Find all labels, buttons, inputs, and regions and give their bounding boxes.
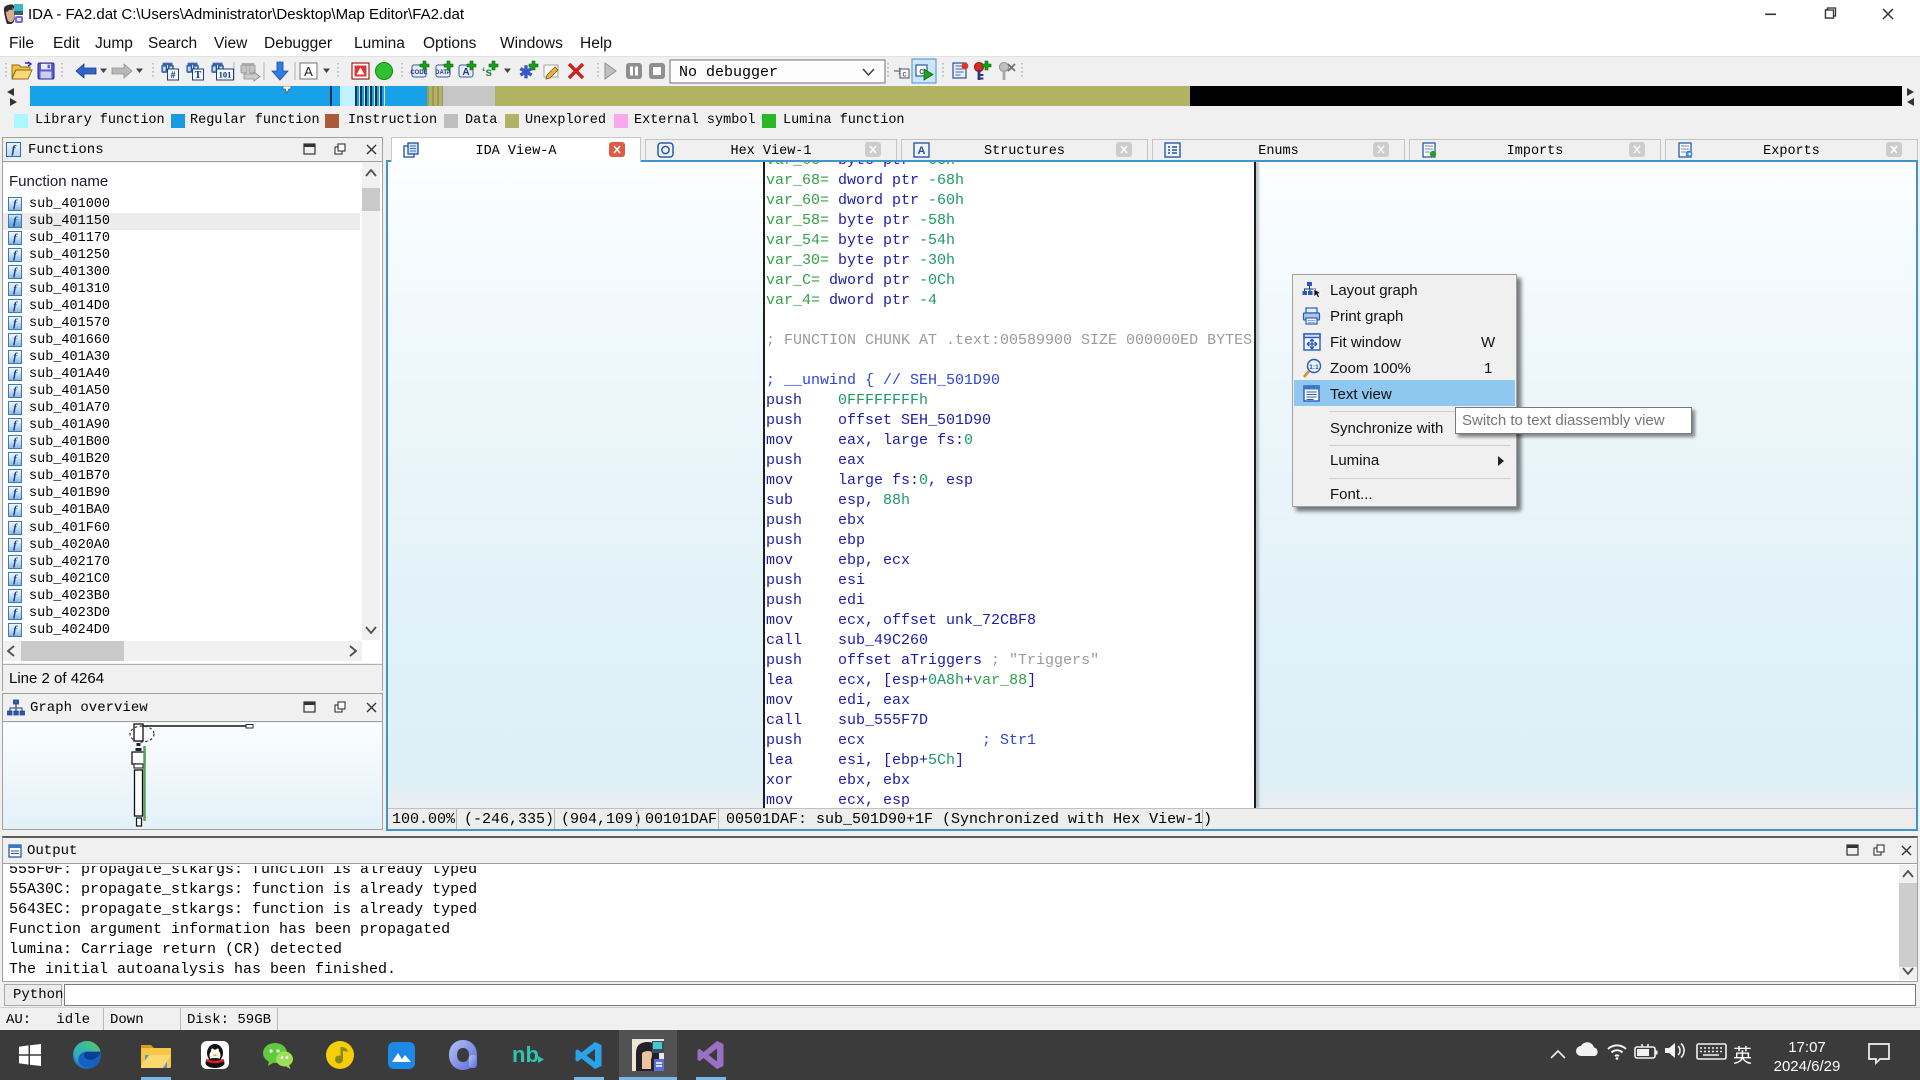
svg-text:17:07: 17:07	[1788, 1039, 1826, 1056]
svg-text:2024/6/29: 2024/6/29	[1774, 1058, 1841, 1075]
svg-text:T: T	[195, 70, 202, 81]
svg-text:#: #	[171, 71, 176, 81]
svg-text:CODE: CODE	[410, 70, 427, 76]
svg-text:c: c	[903, 70, 907, 79]
svg-text:DATA: DATA	[435, 70, 451, 76]
svg-text:No debugger: No debugger	[679, 64, 778, 81]
svg-text:A: A	[462, 67, 469, 78]
svg-text:c: c	[919, 66, 924, 76]
svg-text:1:1: 1:1	[1309, 364, 1319, 371]
svg-text:nb: nb	[512, 1042, 539, 1067]
svg-text:A: A	[304, 64, 313, 79]
svg-text:101: 101	[219, 70, 232, 80]
svg-text:英: 英	[1733, 1045, 1752, 1067]
